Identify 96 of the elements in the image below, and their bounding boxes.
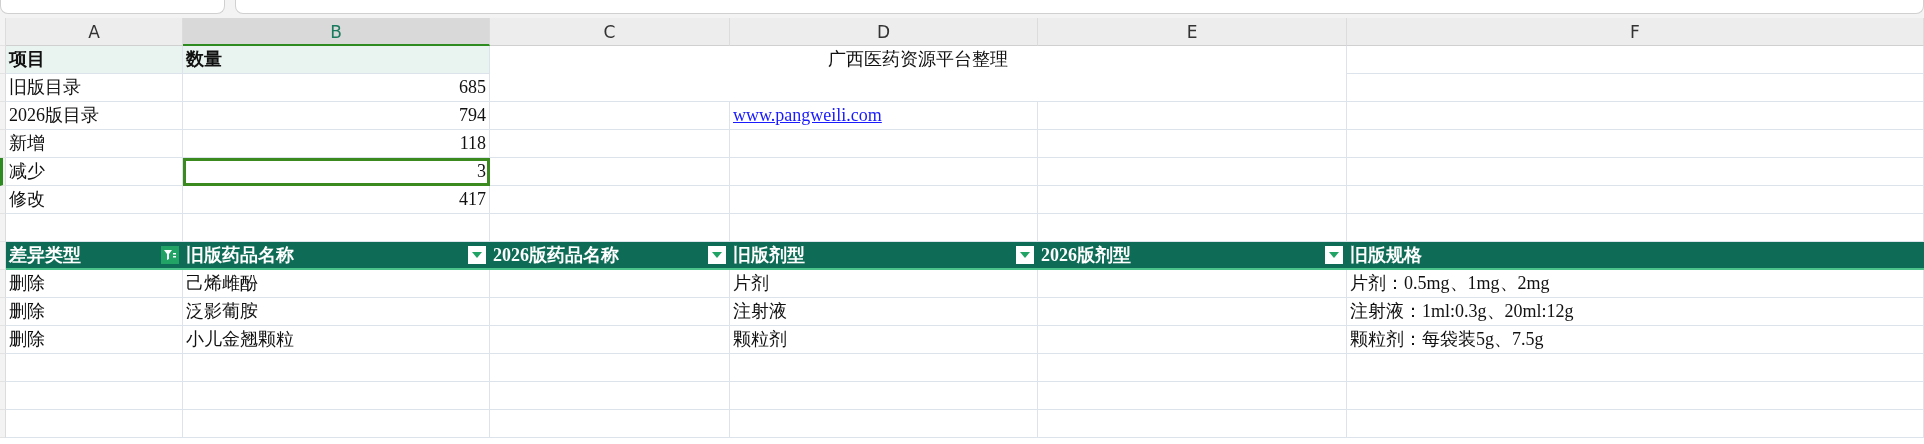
column-heading: 旧版药品名称 (186, 244, 294, 267)
sheet-tab[interactable] (235, 0, 1924, 14)
empty-cell[interactable] (183, 382, 490, 410)
column-header[interactable]: F (1347, 18, 1924, 46)
table-cell: 片剂 (730, 270, 1038, 298)
column-header[interactable]: C (490, 18, 730, 46)
table-cell: 颗粒剂 (730, 326, 1038, 354)
table-cell: 修改 (6, 186, 183, 214)
empty-cell[interactable] (490, 102, 730, 130)
select-all-corner[interactable] (0, 18, 6, 46)
empty-cell[interactable] (1347, 102, 1924, 130)
empty-cell[interactable] (490, 410, 730, 438)
table-cell: 注射液 (730, 298, 1038, 326)
empty-cell[interactable] (1347, 354, 1924, 382)
empty-cell[interactable] (1347, 382, 1924, 410)
empty-cell[interactable] (490, 158, 730, 186)
column-header[interactable]: B (183, 18, 490, 46)
empty-cell[interactable] (730, 214, 1038, 242)
sheet-tab[interactable] (0, 0, 225, 14)
table-cell: 2026版目录 (6, 102, 183, 130)
table-cell: 旧版目录 (6, 74, 183, 102)
empty-cell[interactable] (1347, 410, 1924, 438)
empty-cell[interactable] (1347, 130, 1924, 158)
empty-cell[interactable] (1347, 46, 1924, 74)
caret-icon (471, 251, 483, 259)
table-cell[interactable]: 417 (183, 186, 490, 214)
table-cell: 删除 (6, 270, 183, 298)
empty-cell[interactable] (1038, 382, 1347, 410)
caret-icon (1328, 251, 1340, 259)
table-cell: 小儿金翘颗粒 (183, 326, 490, 354)
empty-cell[interactable] (730, 130, 1038, 158)
empty-cell[interactable] (490, 130, 730, 158)
table-cell: 减少 (6, 158, 183, 186)
table-cell: 片剂：0.5mg、1mg、2mg (1347, 270, 1924, 298)
table-cell: 泛影葡胺 (183, 298, 490, 326)
column-heading: 差异类型 (9, 244, 81, 267)
row-header[interactable] (0, 158, 6, 186)
empty-cell[interactable] (1347, 158, 1924, 186)
filter-icon (163, 248, 177, 262)
empty-cell[interactable] (490, 214, 730, 242)
column-heading: 旧版规格 (1350, 244, 1422, 267)
empty-cell[interactable] (1038, 214, 1347, 242)
column-heading: 2026版剂型 (1041, 244, 1131, 267)
empty-cell[interactable] (730, 354, 1038, 382)
empty-cell[interactable] (1038, 158, 1347, 186)
empty-cell[interactable] (1038, 102, 1347, 130)
table-cell: 项目 (6, 46, 183, 74)
empty-cell[interactable] (490, 270, 730, 298)
filter-button[interactable] (708, 246, 726, 264)
table-cell: 新增 (6, 130, 183, 158)
empty-cell[interactable] (1038, 298, 1347, 326)
table-cell[interactable]: 794 (183, 102, 490, 130)
empty-cell[interactable] (490, 186, 730, 214)
empty-cell[interactable] (183, 354, 490, 382)
column-header[interactable]: A (6, 18, 183, 46)
empty-cell[interactable] (490, 354, 730, 382)
table-cell: 删除 (6, 298, 183, 326)
empty-cell[interactable] (1038, 270, 1347, 298)
empty-cell[interactable] (730, 382, 1038, 410)
empty-cell[interactable] (1038, 410, 1347, 438)
table-cell: 注射液：1ml:0.3g、20ml:12g (1347, 298, 1924, 326)
table-cell: 颗粒剂：每袋装5g、7.5g (1347, 326, 1924, 354)
table-cell: 删除 (6, 326, 183, 354)
column-heading: 旧版剂型 (733, 244, 805, 267)
empty-cell[interactable] (1038, 130, 1347, 158)
empty-cell[interactable] (1038, 186, 1347, 214)
empty-cell[interactable] (1347, 74, 1924, 102)
table-cell: 数量 (183, 46, 490, 74)
filter-button[interactable] (161, 246, 179, 264)
empty-cell[interactable] (1038, 354, 1347, 382)
filter-button[interactable] (1016, 246, 1034, 264)
column-header[interactable]: E (1038, 18, 1347, 46)
table-cell[interactable]: 118 (183, 130, 490, 158)
empty-cell[interactable] (730, 186, 1038, 214)
empty-cell[interactable] (183, 410, 490, 438)
column-header[interactable]: D (730, 18, 1038, 46)
empty-cell[interactable] (490, 326, 730, 354)
empty-cell[interactable] (1347, 214, 1924, 242)
caret-icon (1019, 251, 1031, 259)
link-cell[interactable]: www.pangweili.com (730, 102, 1038, 130)
empty-cell[interactable] (490, 298, 730, 326)
empty-cell[interactable] (730, 410, 1038, 438)
filter-button[interactable] (1325, 246, 1343, 264)
filter-button[interactable] (468, 246, 486, 264)
empty-cell[interactable] (490, 382, 730, 410)
empty-cell[interactable] (1347, 186, 1924, 214)
sheet-title: 广西医药资源平台整理 (490, 46, 1347, 102)
empty-cell[interactable] (1038, 326, 1347, 354)
website-link[interactable]: www.pangweili.com (733, 105, 882, 125)
table-cell: 己烯雌酚 (183, 270, 490, 298)
caret-icon (711, 251, 723, 259)
table-cell[interactable]: 685 (183, 74, 490, 102)
table-cell[interactable]: 3 (183, 158, 490, 186)
empty-cell[interactable] (183, 214, 490, 242)
empty-cell[interactable] (730, 158, 1038, 186)
column-heading: 2026版药品名称 (493, 244, 619, 267)
